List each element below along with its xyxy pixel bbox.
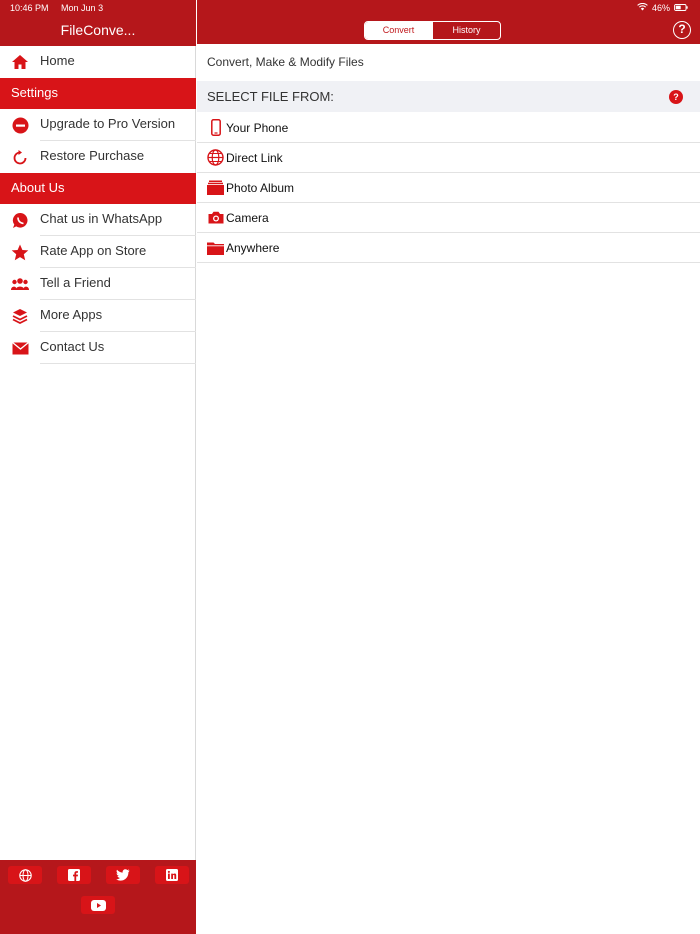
convert-history-segmented-control: Convert History <box>364 21 501 40</box>
globe-icon[interactable] <box>8 866 42 884</box>
section-title: Settings <box>11 85 58 100</box>
source-anywhere[interactable]: Anywhere <box>197 233 700 263</box>
layers-icon <box>10 307 30 325</box>
section-title: SELECT FILE FROM: <box>207 89 334 104</box>
sidebar-item-restore[interactable]: Restore Purchase <box>0 141 196 173</box>
tab-history[interactable]: History <box>432 22 500 39</box>
sidebar-item-rate[interactable]: Rate App on Store <box>0 236 196 268</box>
sidebar-title: FileConve... <box>60 22 136 38</box>
section-title: About Us <box>11 180 65 195</box>
phone-icon <box>207 119 224 136</box>
sidebar-item-upgrade[interactable]: Upgrade to Pro Version <box>0 109 196 141</box>
sidebar-item-more-apps[interactable]: More Apps <box>0 300 196 332</box>
top-bar: 46% Convert History ? <box>197 0 700 44</box>
source-label: Camera <box>226 211 269 225</box>
social-footer <box>0 860 196 934</box>
tab-convert[interactable]: Convert <box>365 22 432 39</box>
people-icon <box>10 275 30 293</box>
sidebar-item-label: Tell a Friend <box>40 275 111 290</box>
source-label: Your Phone <box>226 121 289 135</box>
sidebar-item-contact[interactable]: Contact Us <box>0 332 196 364</box>
sidebar: 10:46 PM Mon Jun 3 FileConve... Home Set… <box>0 0 196 934</box>
source-label: Direct Link <box>226 151 283 165</box>
camera-icon <box>207 209 224 226</box>
sidebar-item-tell-friend[interactable]: Tell a Friend <box>0 268 196 300</box>
sidebar-item-label: More Apps <box>40 307 103 322</box>
sidebar-item-label: Home <box>40 53 75 68</box>
status-date: Mon Jun 3 <box>61 3 104 13</box>
source-photo-album[interactable]: Photo Album <box>197 173 700 203</box>
page-subtitle: Convert, Make & Modify Files <box>207 55 364 69</box>
youtube-icon[interactable] <box>81 896 115 914</box>
sidebar-item-label: Restore Purchase <box>40 148 145 163</box>
status-time-date: 10:46 PM Mon Jun 3 <box>10 3 103 13</box>
help-icon[interactable]: ? <box>673 21 691 39</box>
sidebar-item-label: Contact Us <box>40 339 105 354</box>
globe-icon <box>207 149 224 166</box>
sidebar-item-label: Upgrade to Pro Version <box>40 116 176 131</box>
main-panel: 46% Convert History ? Convert, Make & Mo… <box>197 0 700 934</box>
source-label: Anywhere <box>226 241 280 255</box>
status-time: 10:46 PM <box>10 3 49 13</box>
battery-percent: 46% <box>651 3 670 13</box>
sidebar-item-label: Chat us in WhatsApp <box>40 211 163 226</box>
folder-icon <box>207 239 224 256</box>
star-icon <box>10 243 30 261</box>
sidebar-item-home[interactable]: Home <box>0 46 196 78</box>
envelope-icon <box>10 339 30 357</box>
source-label: Photo Album <box>226 181 295 195</box>
refresh-icon <box>10 148 30 166</box>
minus-circle-icon <box>10 116 30 134</box>
home-icon <box>10 53 30 71</box>
about-section-header: About Us <box>0 173 196 204</box>
wifi-icon <box>637 2 648 13</box>
sidebar-header: 10:46 PM Mon Jun 3 FileConve... <box>0 0 196 46</box>
source-your-phone[interactable]: Your Phone <box>197 113 700 143</box>
photo-album-icon <box>207 179 224 196</box>
info-badge-icon[interactable]: ? <box>669 90 683 104</box>
settings-section-header: Settings <box>0 78 196 109</box>
select-file-section-header: SELECT FILE FROM: ? <box>197 81 700 112</box>
whatsapp-icon <box>10 211 30 229</box>
battery-icon <box>674 3 688 13</box>
source-direct-link[interactable]: Direct Link <box>197 143 700 173</box>
status-indicators: 46% <box>637 2 688 13</box>
divider <box>40 363 196 364</box>
sidebar-item-label: Rate App on Store <box>40 243 147 258</box>
linkedin-icon[interactable] <box>155 866 189 884</box>
sidebar-item-whatsapp[interactable]: Chat us in WhatsApp <box>0 204 196 236</box>
source-camera[interactable]: Camera <box>197 203 700 233</box>
facebook-icon[interactable] <box>57 866 91 884</box>
twitter-icon[interactable] <box>106 866 140 884</box>
